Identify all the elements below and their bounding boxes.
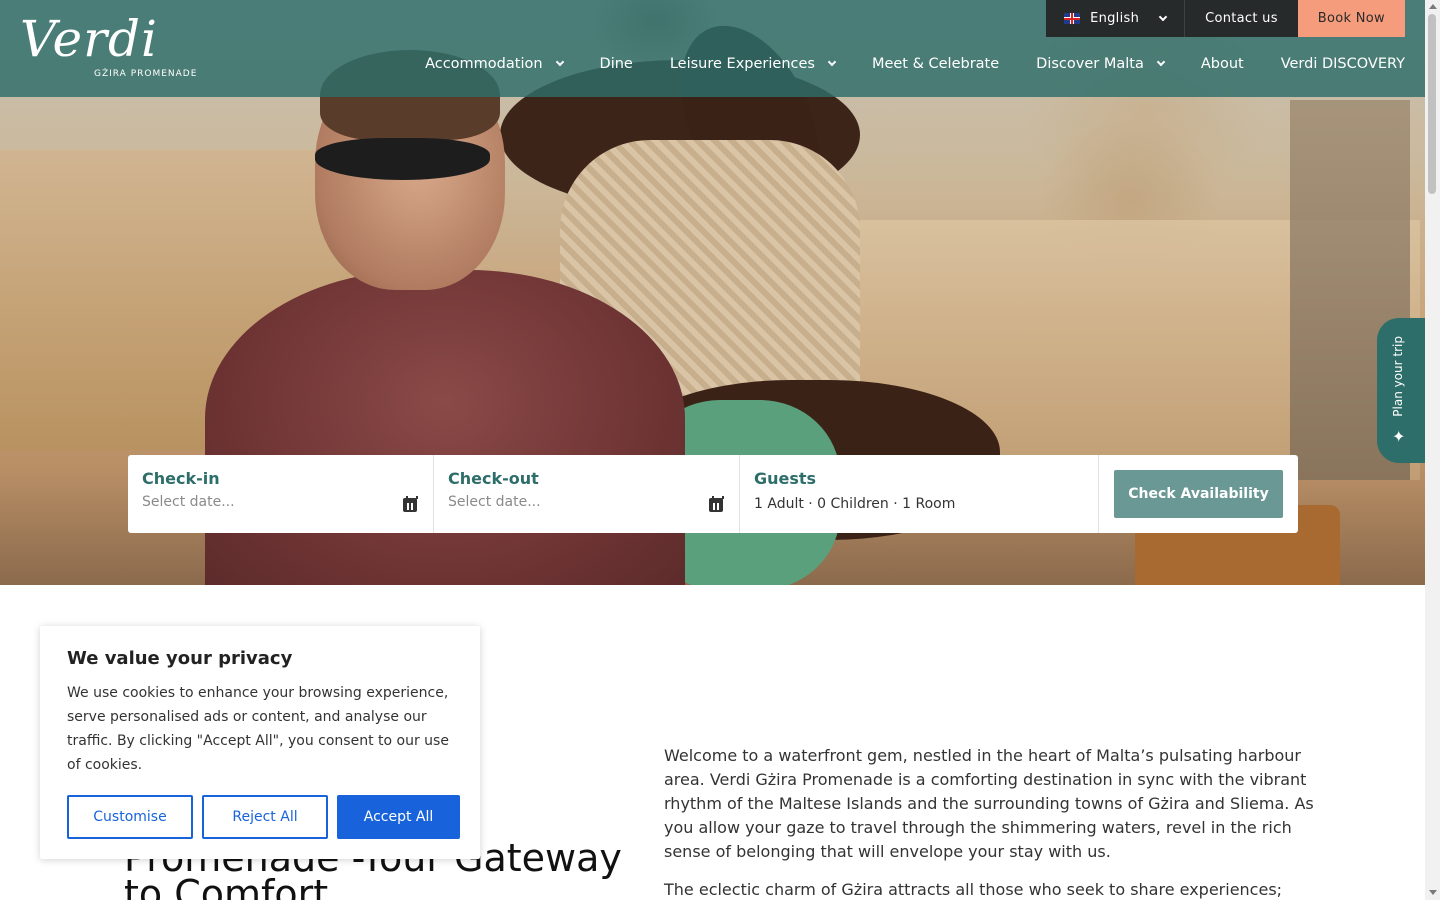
checkin-placeholder: Select date... bbox=[142, 494, 235, 510]
site-header: Verdi GŻIRA PROMENADE English Contact us… bbox=[0, 0, 1425, 97]
uk-flag-icon bbox=[1064, 13, 1081, 24]
accept-all-button[interactable]: Accept All bbox=[337, 795, 460, 839]
scroll-up-icon[interactable] bbox=[1429, 4, 1437, 9]
nav-label: Dine bbox=[599, 56, 633, 72]
nav-label: Accommodation bbox=[425, 56, 543, 72]
nav-item-meet-celebrate[interactable]: Meet & Celebrate bbox=[872, 56, 999, 72]
checkin-field[interactable]: Check-in Select date... bbox=[128, 455, 434, 533]
nav-item-dine[interactable]: Dine bbox=[600, 56, 633, 72]
intro-paragraph: Welcome to a waterfront gem, nestled in … bbox=[664, 746, 1314, 861]
booking-bar: Check-in Select date... Check-out Select… bbox=[128, 455, 1298, 533]
guests-label: Guests bbox=[754, 469, 817, 488]
sparkle-icon: ✦ bbox=[1392, 427, 1406, 446]
nav-item-accommodation[interactable]: Accommodation bbox=[425, 56, 564, 72]
checkout-label: Check-out bbox=[448, 469, 539, 488]
nav-item-verdi-discovery[interactable]: Verdi DISCOVERY bbox=[1281, 56, 1405, 72]
language-label: English bbox=[1090, 11, 1140, 26]
second-paragraph: The eclectic charm of Gżira attracts all… bbox=[664, 880, 1283, 899]
scroll-down-icon[interactable] bbox=[1429, 890, 1437, 895]
nav-item-leisure-experiences[interactable]: Leisure Experiences bbox=[669, 56, 837, 72]
plan-your-trip-tab[interactable]: Plan your trip ✦ bbox=[1377, 318, 1425, 463]
cookie-text: We use cookies to enhance your browsing … bbox=[67, 685, 449, 773]
page-scrollbar[interactable] bbox=[1425, 0, 1440, 900]
nav-item-about[interactable]: About bbox=[1201, 56, 1244, 72]
nav-label: Verdi DISCOVERY bbox=[1280, 56, 1405, 72]
main-nav: Accommodation Dine Leisure Experiences M… bbox=[388, 56, 1405, 72]
chevron-down-icon bbox=[555, 57, 564, 67]
nav-item-discover-malta[interactable]: Discover Malta bbox=[1036, 56, 1166, 72]
top-bar: English Contact us Book Now bbox=[1046, 0, 1405, 37]
cookie-title: We value your privacy bbox=[67, 648, 293, 669]
reject-all-button[interactable]: Reject All bbox=[202, 795, 328, 839]
contact-us-button[interactable]: Contact us bbox=[1184, 0, 1298, 37]
hero-man-shirt bbox=[205, 270, 685, 585]
checkout-placeholder: Select date... bbox=[448, 494, 541, 510]
cookie-buttons: Customise Reject All Accept All bbox=[67, 795, 469, 839]
calendar-icon bbox=[403, 496, 418, 512]
cookie-consent-banner: We value your privacy We use cookies to … bbox=[40, 626, 480, 859]
site-logo[interactable]: Verdi GŻIRA PROMENADE bbox=[20, 14, 205, 84]
nav-label: About bbox=[1200, 56, 1244, 72]
language-selector[interactable]: English bbox=[1046, 0, 1185, 37]
check-availability-button[interactable]: Check Availability bbox=[1114, 470, 1283, 518]
plan-your-trip-label: Plan your trip bbox=[1391, 336, 1405, 417]
guests-value: 1 Adult · 0 Children · 1 Room bbox=[754, 496, 956, 512]
guests-field[interactable]: Guests 1 Adult · 0 Children · 1 Room bbox=[740, 455, 1099, 533]
hero-sunglasses bbox=[315, 138, 490, 180]
checkin-label: Check-in bbox=[142, 469, 220, 488]
chevron-down-icon bbox=[1158, 12, 1168, 21]
nav-label: Discover Malta bbox=[1036, 56, 1144, 72]
logo-subtitle: GŻIRA PROMENADE bbox=[94, 69, 198, 79]
customise-button[interactable]: Customise bbox=[67, 795, 193, 839]
scroll-thumb[interactable] bbox=[1428, 14, 1436, 194]
nav-label: Meet & Celebrate bbox=[871, 56, 1000, 72]
chevron-down-icon bbox=[1156, 57, 1166, 67]
logo-wordmark: Verdi bbox=[20, 10, 159, 68]
chevron-down-icon bbox=[827, 57, 837, 67]
checkout-field[interactable]: Check-out Select date... bbox=[434, 455, 740, 533]
nav-label: Leisure Experiences bbox=[669, 56, 815, 72]
calendar-icon bbox=[709, 496, 724, 512]
book-now-button[interactable]: Book Now bbox=[1297, 0, 1405, 37]
